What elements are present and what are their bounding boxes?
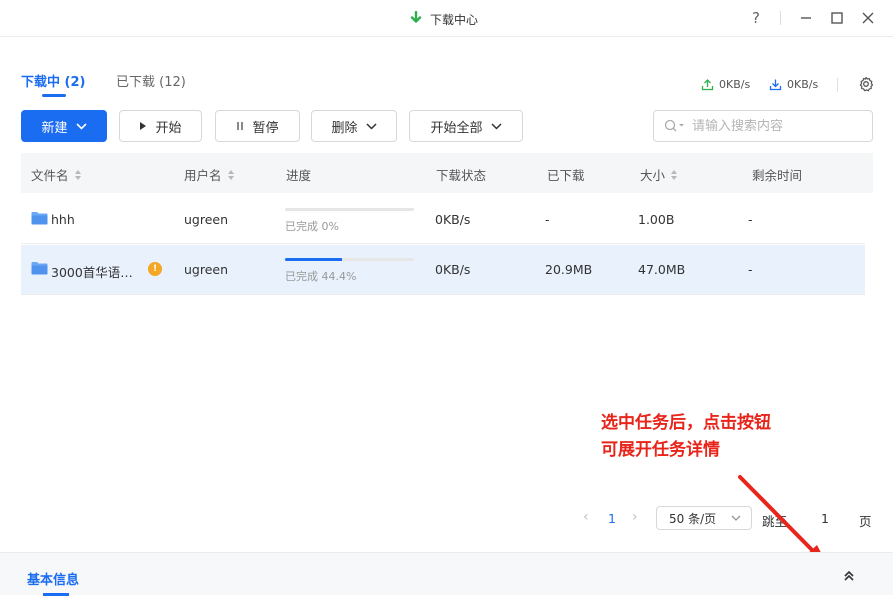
annotation-text: 选中任务后，点击按钮 可展开任务详情 <box>601 410 771 464</box>
start-button[interactable]: 开始 <box>119 110 202 142</box>
annotation-line-2: 可展开任务详情 <box>601 440 720 460</box>
gear-icon <box>859 76 874 92</box>
pause-button[interactable]: 暂停 <box>215 110 300 142</box>
page-size-select[interactable]: 50 条/页 <box>656 506 752 530</box>
folder-icon <box>31 212 48 225</box>
progress-text: 已完成 0% <box>285 220 339 233</box>
warning-icon[interactable]: ! <box>148 262 162 276</box>
settings-button[interactable] <box>857 75 875 93</box>
chevron-down-icon <box>75 122 87 130</box>
folder-icon <box>31 262 48 275</box>
minimize-button[interactable] <box>796 8 816 28</box>
pause-label: 暂停 <box>252 120 279 136</box>
help-icon: ? <box>752 9 760 27</box>
title-divider <box>780 11 781 25</box>
remaining-time: - <box>748 262 753 277</box>
double-chevron-up-icon <box>844 570 854 581</box>
download-status: 0KB/s <box>435 212 471 227</box>
column-header-progress: 进度 <box>286 165 311 184</box>
maximize-icon <box>831 12 843 24</box>
sort-icon <box>671 169 678 180</box>
progress-bar <box>285 208 414 211</box>
column-label: 用户名 <box>184 168 222 183</box>
title-bar: 下载中心 ? <box>0 0 893 37</box>
column-header-filename[interactable]: 文件名 <box>31 165 82 184</box>
search-box[interactable] <box>653 110 873 142</box>
annotation-line-1: 选中任务后，点击按钮 <box>601 413 771 433</box>
sort-icon <box>227 169 235 180</box>
file-size: 1.00B <box>638 212 675 227</box>
chevron-down-icon <box>365 122 377 130</box>
play-icon <box>140 122 147 130</box>
new-task-label: 新建 <box>41 120 68 136</box>
maximize-button[interactable] <box>827 8 847 28</box>
remaining-time: - <box>748 212 753 227</box>
toolbar-divider <box>837 78 838 92</box>
delete-button[interactable]: 删除 <box>311 110 397 142</box>
jump-label: 跳至 <box>762 514 788 529</box>
start-all-button[interactable]: 开始全部 <box>409 110 523 142</box>
downloaded-amount: 20.9MB <box>545 262 593 277</box>
window-title-group: 下载中心 <box>410 10 478 29</box>
downloaded-amount: - <box>545 212 550 227</box>
prev-page-button[interactable]: ‹ <box>583 509 589 525</box>
chevron-down-icon <box>731 515 741 521</box>
upload-speed: 0KB/s <box>701 78 750 91</box>
column-label: 大小 <box>640 168 666 183</box>
active-tab-indicator <box>42 94 66 97</box>
file-name: 3000首华语… <box>51 265 133 280</box>
start-all-label: 开始全部 <box>430 120 483 136</box>
column-header-user[interactable]: 用户名 <box>184 165 235 184</box>
search-input[interactable] <box>692 118 862 134</box>
download-status: 0KB/s <box>435 262 471 277</box>
close-icon <box>862 12 874 24</box>
column-label: 进度 <box>286 168 312 183</box>
column-label: 剩余时间 <box>752 168 803 183</box>
file-name: hhh <box>51 212 75 227</box>
sort-icon <box>74 169 82 180</box>
upload-icon <box>701 79 714 91</box>
current-page[interactable]: 1 <box>608 511 616 526</box>
column-header-size[interactable]: 大小 <box>640 165 678 184</box>
table-row-selected[interactable]: 3000首华语… ! ugreen 已完成 44.4% 0KB/s 20.9MB… <box>21 245 865 295</box>
next-page-button[interactable]: › <box>632 509 638 525</box>
search-icon <box>664 119 684 132</box>
column-header-downloaded: 已下载 <box>547 165 585 184</box>
column-label: 文件名 <box>31 168 69 183</box>
help-button[interactable]: ? <box>746 8 766 28</box>
column-label: 下载状态 <box>436 168 487 183</box>
column-label: 已下载 <box>547 168 585 183</box>
download-icon <box>769 79 782 91</box>
upload-speed-value: 0KB/s <box>719 78 751 91</box>
tab-downloaded[interactable]: 已下载 (12) <box>116 71 186 90</box>
details-panel: 基本信息 <box>0 552 893 596</box>
column-header-remaining: 剩余时间 <box>752 165 802 184</box>
download-speed-value: 0KB/s <box>787 78 819 91</box>
details-tab-basic-info[interactable]: 基本信息 <box>27 569 79 588</box>
page-suffix: 页 <box>859 514 872 529</box>
column-header-status: 下载状态 <box>436 165 486 184</box>
page-size-value: 50 条/页 <box>669 511 717 526</box>
user-name: ugreen <box>184 212 229 227</box>
user-name: ugreen <box>184 262 229 277</box>
minimize-icon <box>801 17 811 19</box>
jump-page-input[interactable]: 1 <box>821 511 829 526</box>
expand-details-button[interactable] <box>838 565 860 587</box>
progress-fill <box>285 258 343 261</box>
close-button[interactable] <box>858 8 878 28</box>
download-speed: 0KB/s <box>769 78 818 91</box>
table-row[interactable]: hhh ugreen 已完成 0% 0KB/s - 1.00B - <box>21 194 865 244</box>
progress-text: 已完成 44.4% <box>285 270 357 283</box>
new-task-button[interactable]: 新建 <box>21 110 107 142</box>
chevron-down-icon <box>490 122 502 130</box>
download-arrow-icon <box>410 10 422 29</box>
table-header: 文件名 用户名 进度 下载状态 已下载 大小 剩余时间 <box>21 153 873 193</box>
file-size: 47.0MB <box>638 262 686 277</box>
progress-bar <box>285 258 414 261</box>
start-label: 开始 <box>155 120 182 136</box>
tab-downloading[interactable]: 下载中 (2) <box>21 71 85 90</box>
delete-label: 删除 <box>331 120 358 136</box>
pause-icon <box>237 122 244 130</box>
window-title: 下载中心 <box>430 13 479 27</box>
